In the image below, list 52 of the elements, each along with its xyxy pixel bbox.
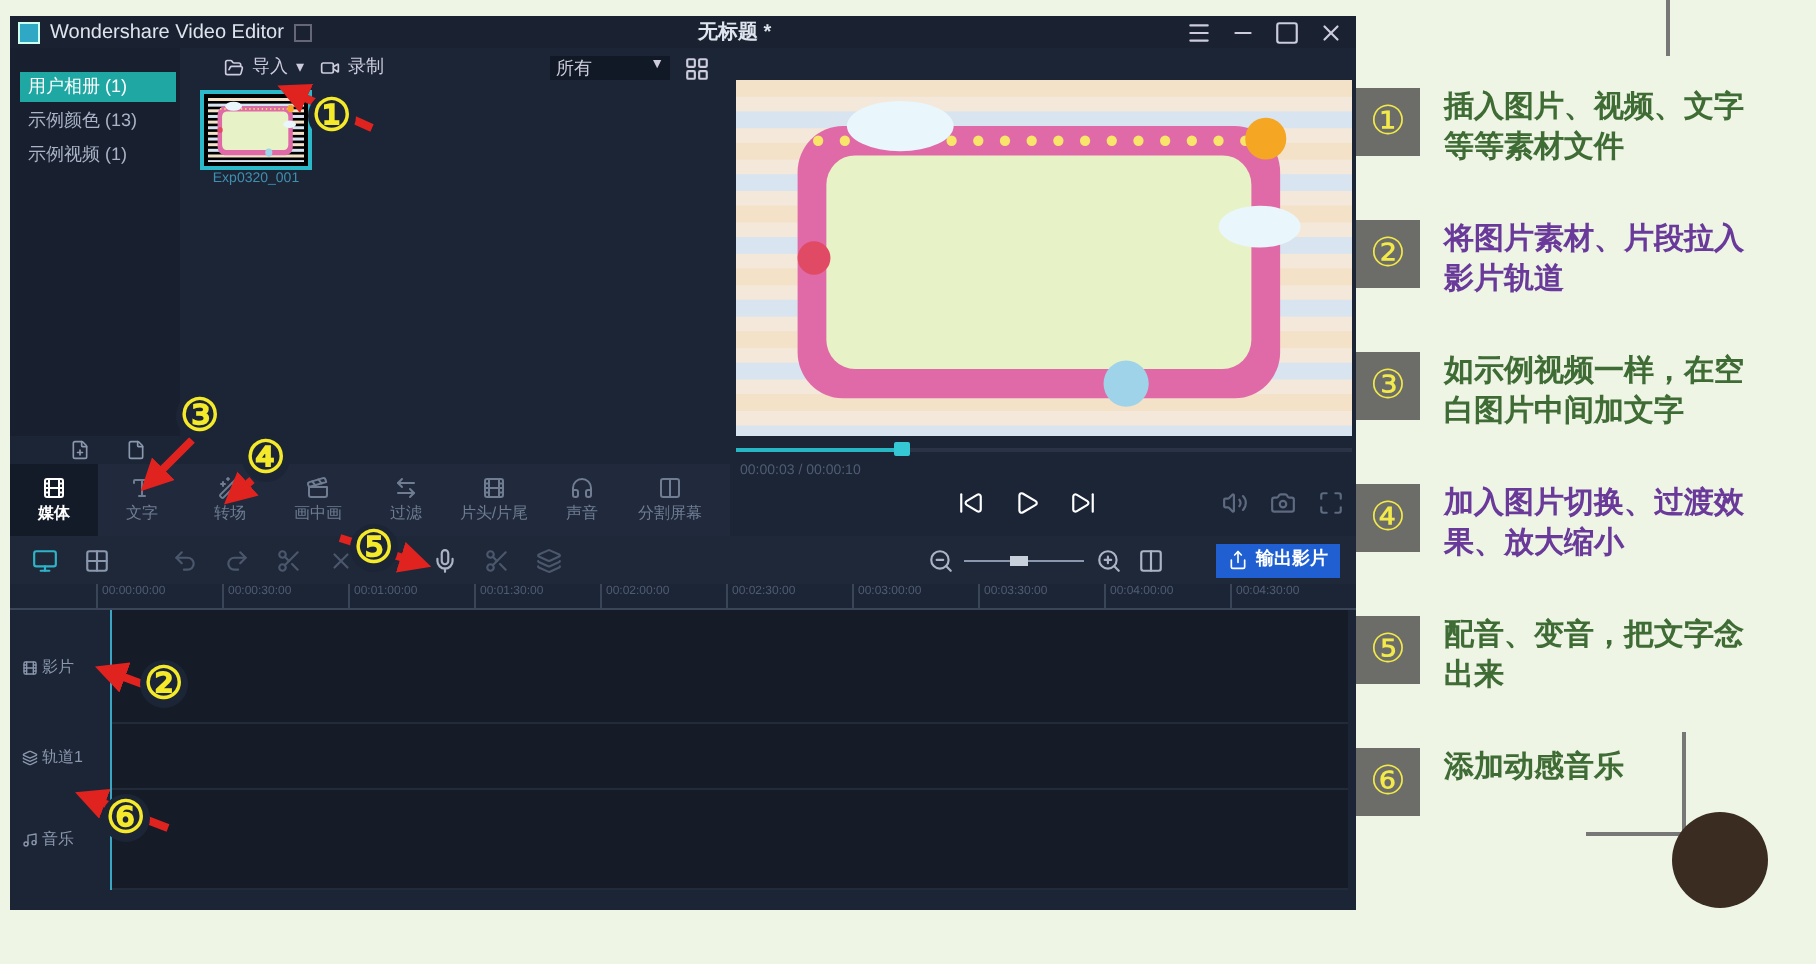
app-logo-icon xyxy=(18,21,40,43)
document-title: 无标题 * xyxy=(697,19,772,47)
tool-tab[interactable]: 分割屏幕 xyxy=(626,464,714,536)
split-screen-icon xyxy=(658,475,682,499)
clapperboard-icon xyxy=(306,475,330,499)
record-button[interactable]: 录制 xyxy=(348,54,384,82)
clip-thumbnail-drawing xyxy=(208,98,304,162)
playback-thumb[interactable] xyxy=(894,442,911,456)
swap-arrows-icon xyxy=(394,475,418,499)
avatar xyxy=(1672,812,1768,908)
album-item[interactable]: 示例颜色 (13) xyxy=(20,106,176,136)
import-button[interactable]: 导入 xyxy=(252,54,288,82)
tool-tab[interactable]: 片头/片尾 xyxy=(450,464,538,536)
album-item[interactable]: 用户相册 (1) xyxy=(20,72,176,102)
step-description: 插入图片、视频、文字等等素材文件 xyxy=(1444,88,1744,168)
tool-tab[interactable]: 声音 xyxy=(538,464,626,536)
step-number: ② xyxy=(1356,220,1420,288)
export-button[interactable]: 输出影片 xyxy=(1216,543,1340,577)
add-file-icon[interactable] xyxy=(70,440,90,460)
step-number: ⑤ xyxy=(1356,616,1420,684)
clip-thumbnail[interactable] xyxy=(200,90,312,170)
export-icon xyxy=(1228,550,1248,570)
window-title: Wondershare Video Editor xyxy=(50,19,284,47)
track-label: 影片 xyxy=(42,655,74,679)
step-number: ③ xyxy=(1356,352,1420,420)
step-number: ⑥ xyxy=(1356,748,1420,816)
step-description: 如示例视频一样，在空白图片中间加文字 xyxy=(1444,352,1744,432)
step-description: 将图片素材、片段拉入影片轨道 xyxy=(1444,220,1744,300)
film-icon xyxy=(42,475,66,499)
track-label: 音乐 xyxy=(42,828,74,852)
step-number: ① xyxy=(1356,88,1420,156)
film-icon xyxy=(22,659,38,675)
record-icon xyxy=(320,58,340,78)
zoom-slider-thumb[interactable] xyxy=(1010,555,1028,565)
music-note-icon xyxy=(22,832,38,848)
layers-icon xyxy=(22,749,38,765)
album-item[interactable]: 示例视频 (1) xyxy=(20,140,176,170)
track-label: 轨道1 xyxy=(42,745,83,769)
tool-tab[interactable]: 媒体 xyxy=(10,464,98,536)
pointer-arrow xyxy=(140,437,195,492)
save-icon xyxy=(293,23,312,41)
step-description: 加入图片切换、过渡效果、放大缩小 xyxy=(1444,484,1744,564)
step-description: 添加动感音乐 xyxy=(1444,748,1626,788)
step-description: 配音、变音，把文字念出来 xyxy=(1444,616,1744,696)
folder-icon xyxy=(224,58,244,78)
headphones-icon xyxy=(570,475,594,499)
step-number: ④ xyxy=(1356,484,1420,552)
tool-tab[interactable]: 文字 xyxy=(98,464,186,536)
import-caret[interactable]: ▾ xyxy=(296,56,304,80)
pointer-arrow xyxy=(223,471,259,505)
file-icon[interactable] xyxy=(126,440,146,460)
film-icon xyxy=(482,475,506,499)
